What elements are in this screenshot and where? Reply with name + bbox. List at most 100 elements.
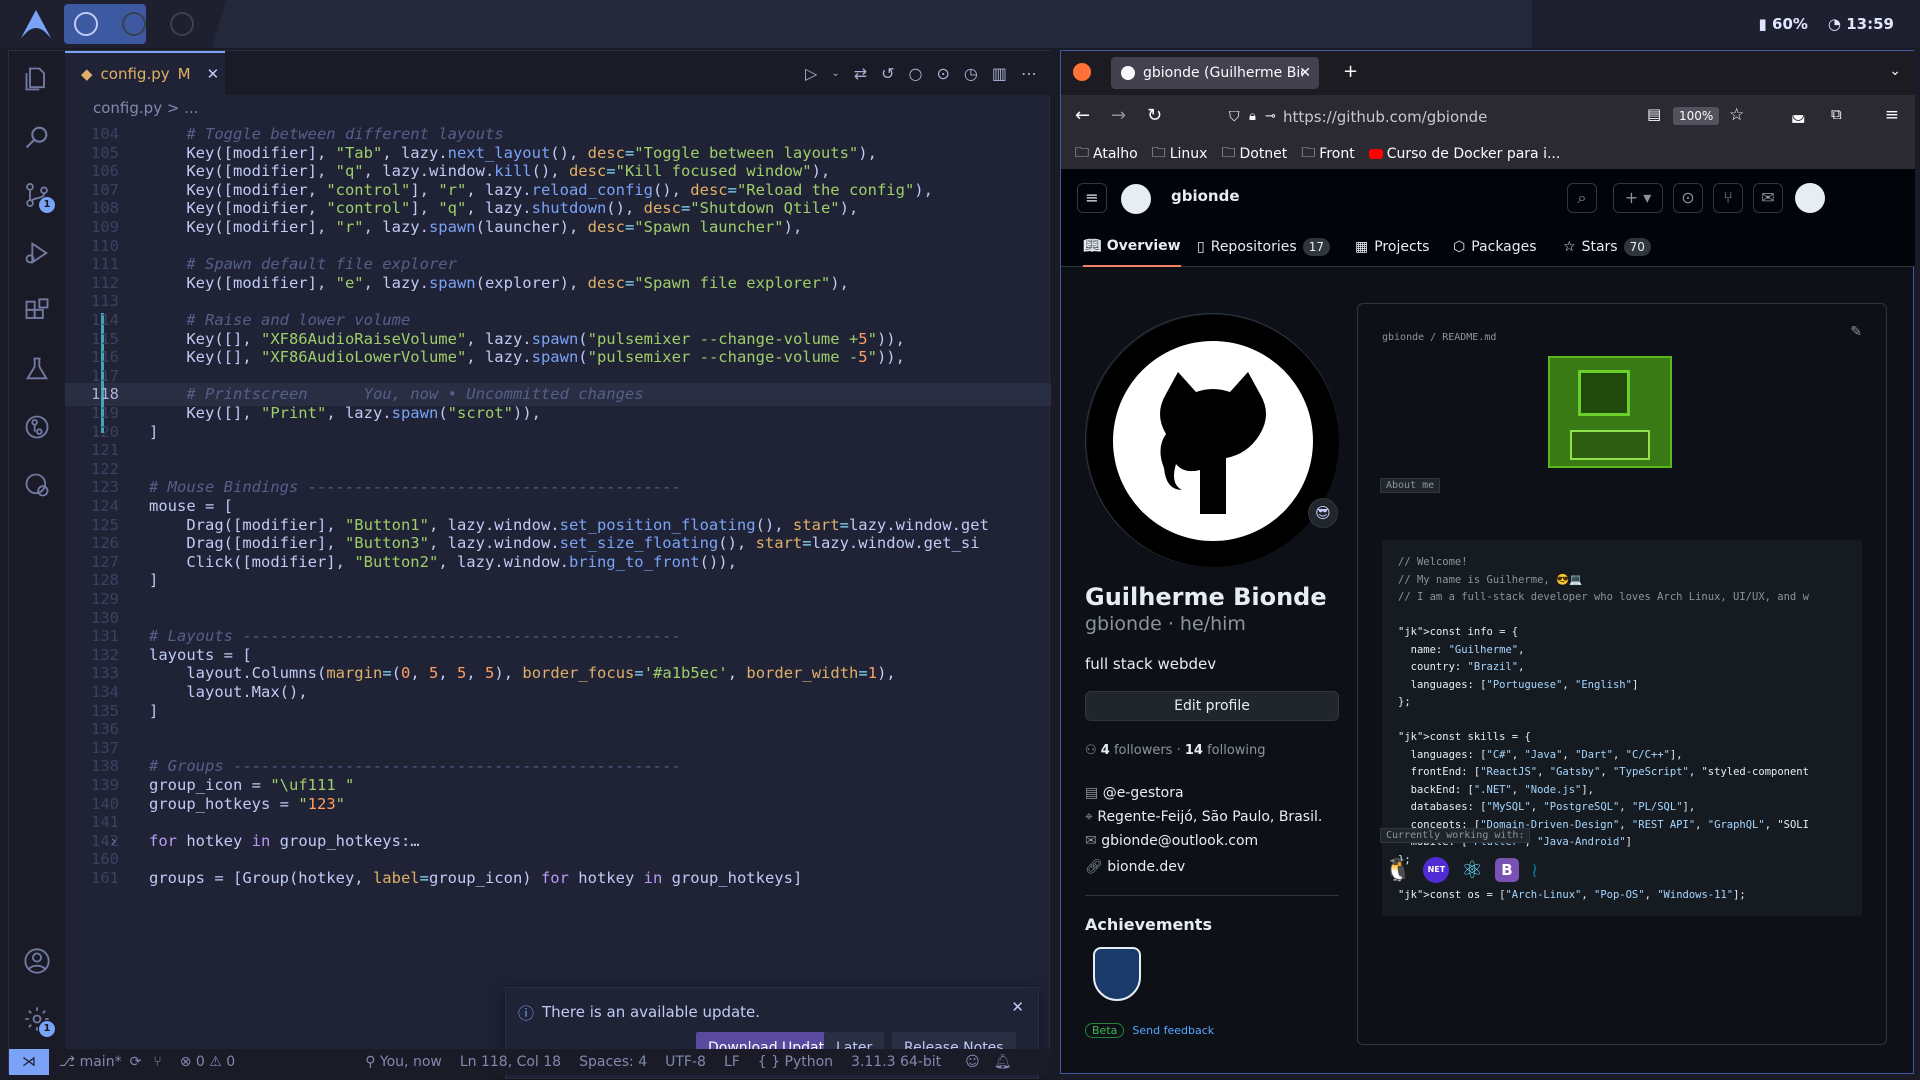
list-all-tabs-icon[interactable]: ⌄ (1889, 63, 1901, 79)
status-emoji-icon[interactable]: 😎 (1308, 498, 1338, 528)
readme-path[interactable]: gbionde / README.md (1382, 332, 1496, 343)
user-avatar-icon[interactable] (1795, 183, 1825, 213)
next-change-icon[interactable]: ⊙ (937, 64, 950, 83)
settings-gear-icon[interactable]: 1 (23, 1005, 55, 1037)
run-debug-icon[interactable] (23, 239, 51, 267)
permissions-icon[interactable]: ⊸ (1265, 101, 1276, 133)
code-text: # Layouts ------------------------------… (149, 627, 681, 646)
bookmark-folder-linux[interactable]: 🗀 Linux (1152, 142, 1208, 166)
achievements-heading[interactable]: Achievements (1085, 915, 1212, 934)
tab-overview[interactable]: 📖︎ Overview (1083, 227, 1181, 267)
timeline-icon[interactable]: ◷ (964, 64, 978, 83)
app-menu-icon[interactable]: ≡ (1885, 105, 1899, 125)
browser-tab-github[interactable]: gbionde (Guilherme Bionde) ✕ (1111, 57, 1319, 89)
url-bar[interactable]: ⛉ 🔒︎ ⊸ https://github.com/gbionde (1221, 101, 1721, 133)
python-interpreter[interactable]: 3.11.3 64-bit (851, 1054, 941, 1070)
feedback-icon[interactable]: ☺ (965, 1054, 980, 1070)
problems-indicator[interactable]: ⊗ 0 ⚠ 0 (180, 1054, 235, 1070)
lock-icon[interactable]: 🔒︎ (1249, 101, 1256, 133)
indentation[interactable]: Spaces: 4 (579, 1054, 647, 1070)
branch-indicator[interactable]: ⎇ main* (59, 1054, 122, 1070)
search-icon[interactable] (23, 123, 51, 151)
forward-icon[interactable]: → (1111, 105, 1126, 126)
encoding[interactable]: UTF-8 (665, 1054, 706, 1070)
profile-bio: full stack webdev (1085, 655, 1217, 673)
close-notification-icon[interactable]: ✕ (1011, 998, 1024, 1016)
profile-email[interactable]: ✉ gbionde@outlook.com (1085, 833, 1258, 849)
issues-icon[interactable]: ⊙ (1673, 183, 1703, 213)
inbox-icon[interactable]: ✉ (1753, 183, 1783, 213)
browser-window: gbionde (Guilherme Bionde) ✕ + ⌄ ← → ↻ ⛉… (1060, 50, 1915, 1074)
compare-changes-icon[interactable]: ⇄ (854, 64, 867, 83)
back-icon[interactable]: ← (1075, 105, 1090, 126)
bookmark-folder-front[interactable]: 🗀 Front (1301, 142, 1354, 166)
reload-icon[interactable]: ↻ (1147, 105, 1162, 126)
tab-stars[interactable]: ☆ Stars 70 (1563, 227, 1651, 267)
extensions-icon[interactable] (23, 297, 51, 325)
create-new-icon[interactable]: + ▾ (1613, 183, 1663, 213)
profile-org[interactable]: ▤ @e-gestora (1085, 785, 1184, 801)
tracking-protection-icon[interactable]: ⛉ (1229, 101, 1240, 133)
edit-readme-pencil-icon[interactable]: ✎ (1850, 324, 1862, 340)
breadcrumb[interactable]: config.py > ... (65, 95, 1051, 121)
pull-requests-icon[interactable]: ⑂ (1713, 183, 1743, 213)
git-graph-status-icon[interactable]: ⑂ (153, 1054, 161, 1070)
new-tab-icon[interactable]: + (1343, 61, 1358, 82)
profile-avatar[interactable]: 😎 (1085, 313, 1339, 567)
explorer-icon[interactable] (23, 65, 51, 93)
close-browser-tab-icon[interactable]: ✕ (1299, 65, 1311, 81)
firefox-logo-icon[interactable] (1073, 63, 1091, 81)
sync-icon[interactable]: ⟳ (130, 1054, 142, 1070)
bookmark-folder-dotnet[interactable]: 🗀 Dotnet (1221, 142, 1287, 166)
code-text: groups = [Group(hotkey, label=group_icon… (149, 869, 803, 887)
reader-view-icon[interactable]: ▤ (1647, 105, 1661, 123)
header-search-icon[interactable]: ⌕ (1567, 183, 1597, 213)
hamburger-menu-icon[interactable]: ≡ (1077, 183, 1107, 213)
achievement-badge-icon[interactable] (1093, 947, 1141, 1001)
notifications-bell-icon[interactable]: 🔔︎ (994, 1054, 1012, 1070)
edit-profile-button[interactable]: Edit profile (1085, 691, 1339, 721)
more-actions-icon[interactable]: ⋯ (1021, 64, 1037, 83)
workspace-2-button[interactable] (122, 12, 146, 36)
testing-icon[interactable] (23, 355, 51, 383)
bookmark-folder-atalho[interactable]: 🗀 Atalho (1075, 142, 1138, 166)
code-line[interactable]: 161 groups = [Group(hotkey, label=group_i… (65, 867, 1051, 890)
pocket-icon[interactable]: ◛ (1791, 105, 1806, 123)
clock[interactable]: ◔ 13:59 (1828, 15, 1894, 33)
tab-projects[interactable]: ▦ Projects (1355, 227, 1429, 267)
workspace-1-button[interactable] (74, 12, 98, 36)
profile-website[interactable]: 🔗︎ bionde.dev (1085, 859, 1185, 875)
workspace-3-button[interactable] (170, 12, 194, 36)
header-username[interactable]: gbionde (1171, 187, 1240, 205)
language-mode[interactable]: { } Python (758, 1054, 833, 1070)
tab-modified-status: M (177, 65, 191, 83)
bookmarks-bar: 🗀 Atalho 🗀 Linux 🗀 Dotnet 🗀 Front Curso de D… (1061, 139, 1915, 169)
remote-indicator-icon[interactable]: ⋊ (9, 1049, 49, 1075)
follow-stats[interactable]: ⚇ 4 followers · 14 following (1085, 743, 1266, 758)
tab-packages[interactable]: ⬡ Packages (1453, 227, 1537, 267)
run-file-icon[interactable]: ▷ (805, 64, 817, 83)
line-ending[interactable]: LF (724, 1054, 740, 1070)
close-tab-icon[interactable]: ✕ (207, 65, 220, 83)
previous-change-icon[interactable]: ○ (909, 64, 923, 83)
dropdown-icon[interactable]: ⌄ (831, 68, 839, 79)
split-editor-icon[interactable]: ▥ (992, 64, 1007, 83)
battery-indicator[interactable]: ▮ 60% (1759, 15, 1808, 33)
tab-config-py[interactable]: ◆ config.py M ✕ (65, 51, 225, 95)
account-icon[interactable] (23, 947, 51, 975)
cursor-position[interactable]: Ln 118, Col 18 (460, 1054, 561, 1070)
git-blame-status[interactable]: ⚲ You, now (365, 1054, 442, 1070)
bookmark-docker-course[interactable]: Curso de Docker para i... (1368, 146, 1560, 162)
send-feedback-link[interactable]: Send feedback (1132, 1024, 1214, 1037)
github-logo-icon[interactable] (1121, 184, 1151, 214)
bookmark-star-icon[interactable]: ☆ (1729, 105, 1744, 125)
code-area[interactable]: 104 # Toggle between different layouts 10… (65, 121, 1051, 1031)
arch-logo-icon[interactable] (20, 9, 52, 39)
open-changes-icon[interactable]: ↺ (881, 64, 894, 83)
source-control-icon[interactable]: 1 (23, 181, 55, 213)
extensions-puzzle-icon[interactable]: ⧉ (1831, 105, 1842, 123)
zoom-level[interactable]: 100% (1673, 107, 1720, 125)
tab-repositories[interactable]: ▯ Repositories 17 (1197, 227, 1330, 267)
git-graph-icon[interactable] (23, 413, 51, 441)
remote-explorer-icon[interactable] (23, 471, 51, 499)
